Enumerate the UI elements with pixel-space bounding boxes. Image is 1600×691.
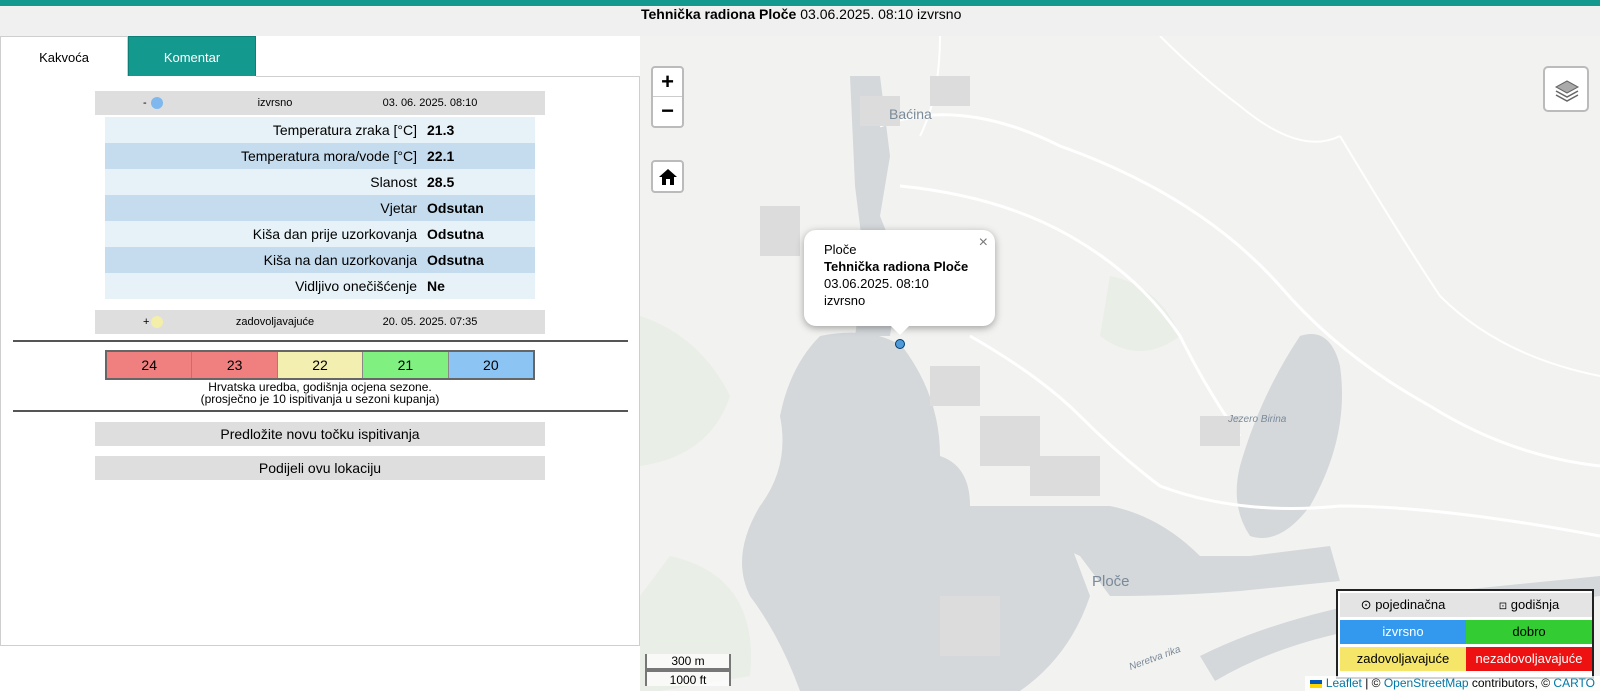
sample-row-previous[interactable]: + zadovoljavajuće 20. 05. 2025. 07:35 [95, 310, 545, 334]
param-label: Temperatura zraka [°C] [272, 122, 417, 138]
param-label: Kiša na dan uzorkovanja [263, 252, 417, 268]
collapse-toggle[interactable]: - [143, 91, 147, 115]
zoom-in-button[interactable]: + [653, 68, 682, 97]
tab-bar: Kakvoća Komentar [0, 36, 640, 77]
legend-item-poor: nezadovoljavajuće [1466, 647, 1592, 671]
osm-link[interactable]: OpenStreetMap [1384, 676, 1469, 690]
tab-quality[interactable]: Kakvoća [0, 36, 128, 77]
quality-dot-icon [151, 316, 163, 328]
expand-toggle[interactable]: + [143, 310, 149, 334]
param-label: Vidljivo onečišćenje [295, 278, 417, 294]
season-cell[interactable]: 24 [107, 352, 193, 378]
layers-icon [1554, 80, 1580, 102]
home-button[interactable] [651, 160, 684, 193]
season-ratings: 24 23 22 21 20 [105, 350, 535, 380]
season-cell[interactable]: 22 [277, 352, 364, 378]
panel-border [256, 76, 640, 77]
divider [13, 410, 628, 412]
legend-annual-label: godišnja [1510, 597, 1560, 612]
scale-metric: 300 m [645, 654, 731, 670]
attribution-sep: | © [1361, 676, 1384, 690]
season-cell[interactable]: 21 [363, 352, 449, 378]
sample-quality: izvrsno [257, 97, 293, 109]
radio-icon: ⊡ [1498, 601, 1508, 612]
header-title: Tehnička radiona Ploče 03.06.2025. 08:10… [641, 6, 961, 22]
zoom-control: + − [651, 66, 684, 128]
popup-tip [890, 325, 910, 335]
map-legend: ⊙ pojedinačna ⊡ godišnja izvrsno dobro z… [1336, 589, 1594, 679]
param-value: Odsutna [427, 226, 484, 242]
popup-datetime: 03.06.2025. 08:10 [824, 276, 929, 291]
param-label: Slanost [370, 174, 417, 190]
param-row: Temperatura zraka [°C] 21.3 [105, 117, 535, 143]
station-popup: × Ploče Tehnička radiona Ploče 03.06.202… [804, 230, 995, 326]
legend-item-sufficient: zadovoljavajuće [1340, 647, 1466, 671]
map-view[interactable]: + − Baćina Ploče Jezero Birina Neretva r… [640, 36, 1600, 691]
quality-dot-icon [151, 97, 163, 109]
flag-icon [1310, 679, 1323, 688]
share-location-button[interactable]: Podijeli ovu lokaciju [95, 456, 545, 480]
map-label-ploce: Ploče [1092, 573, 1130, 590]
suggest-point-button[interactable]: Predložite novu točku ispitivanja [95, 422, 545, 446]
page-header: Tehnička radiona Ploče 03.06.2025. 08:10… [0, 6, 1600, 36]
param-row: Vjetar Odsutan [105, 195, 535, 221]
divider [13, 340, 628, 342]
param-value: 22.1 [427, 148, 455, 164]
leaflet-link[interactable]: Leaflet [1326, 676, 1362, 690]
popup-quality: izvrsno [824, 293, 866, 308]
param-label: Kiša dan prije uzorkovanja [252, 226, 417, 242]
home-icon [659, 169, 677, 185]
param-row: Kiša dan prije uzorkovanja Odsutna [105, 221, 535, 247]
season-cell[interactable]: 23 [192, 352, 278, 378]
param-value: Ne [427, 278, 445, 294]
legend-single-option[interactable]: ⊙ pojedinačna [1340, 593, 1466, 617]
popup-close-button[interactable]: × [979, 234, 988, 251]
scale-bar: 300 m 1000 ft [645, 654, 731, 687]
param-value: Odsutan [427, 200, 484, 216]
zoom-out-button[interactable]: − [653, 97, 682, 126]
param-label: Temperatura mora/vode [°C] [240, 148, 417, 164]
popup-station: Tehnička radiona Ploče [824, 259, 969, 274]
param-value: 21.3 [427, 122, 455, 138]
param-row: Temperatura mora/vode [°C] 22.1 [105, 143, 535, 169]
map-attribution: Leaflet | © OpenStreetMap contributors, … [1305, 676, 1600, 691]
layers-button[interactable] [1543, 66, 1589, 112]
map-label-lake: Jezero Birina [1228, 414, 1287, 425]
param-row: Kiša na dan uzorkovanja Odsutna [105, 247, 535, 273]
legend-item-excellent: izvrsno [1340, 620, 1466, 644]
header-datetime-quality: 03.06.2025. 08:10 izvrsno [800, 6, 962, 22]
header-station: Tehnička radiona Ploče [641, 6, 797, 22]
station-marker[interactable] [895, 339, 905, 349]
carto-link[interactable]: CARTO [1553, 676, 1595, 690]
radio-icon: ⊙ [1360, 597, 1372, 612]
season-note-line2: (prosječno je 10 ispitivanja u sezoni ku… [200, 392, 440, 406]
param-label: Vjetar [380, 200, 417, 216]
scale-imperial: 1000 ft [645, 670, 731, 687]
param-row: Slanost 28.5 [105, 169, 535, 195]
parameter-table: Temperatura zraka [°C] 21.3 Temperatura m… [105, 117, 535, 299]
legend-item-good: dobro [1466, 620, 1592, 644]
param-value: Odsutna [427, 252, 484, 268]
param-row: Vidljivo onečišćenje Ne [105, 273, 535, 299]
season-cell[interactable]: 20 [448, 352, 534, 378]
sample-quality: zadovoljavajuće [235, 316, 315, 328]
tab-comment[interactable]: Komentar [128, 36, 256, 77]
map-label-bacina: Baćina [889, 106, 932, 122]
sample-date: 20. 05. 2025. 07:35 [382, 316, 478, 328]
sample-row-current[interactable]: - izvrsno 03. 06. 2025. 08:10 [95, 91, 545, 115]
param-value: 28.5 [427, 174, 455, 190]
legend-single-label: pojedinačna [1375, 597, 1446, 612]
attribution-sep: contributors, © [1468, 676, 1554, 690]
legend-annual-option[interactable]: ⊡ godišnja [1466, 593, 1592, 617]
popup-place: Ploče [824, 242, 857, 257]
season-note: Hrvatska uredba, godišnja ocjena sezone.… [105, 381, 535, 405]
sample-date: 03. 06. 2025. 08:10 [382, 97, 478, 109]
